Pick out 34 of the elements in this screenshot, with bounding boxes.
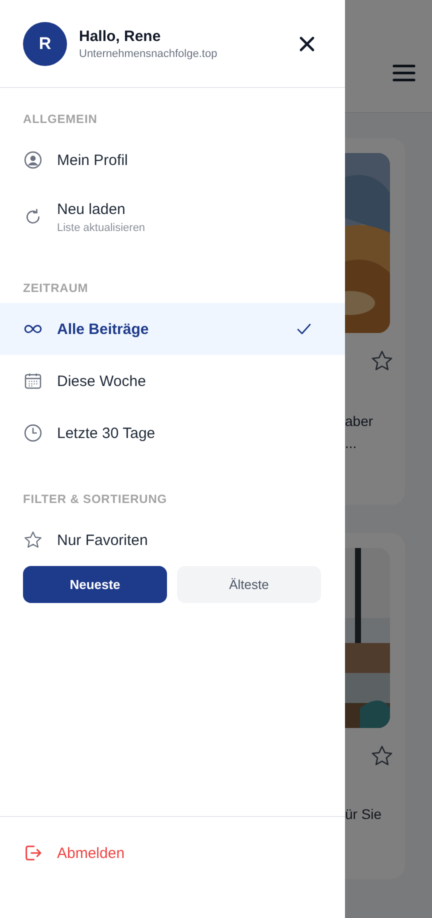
menu-item[interactable]: Diese Woche [0, 355, 345, 407]
item-sublabel: Liste aktualisieren [57, 222, 146, 234]
section-title: FILTER & SORTIERUNG [22, 491, 168, 508]
site-name: Unternehmensnachfolge.top [79, 48, 218, 60]
menu-item[interactable]: Alle Beiträge [0, 303, 345, 355]
item-label: Letzte 30 Tage [57, 424, 156, 442]
menu-icon[interactable] [392, 63, 416, 83]
menu-item[interactable]: Neu laden Liste aktualisieren [0, 186, 345, 248]
post-text: aber [345, 412, 374, 431]
menu-item[interactable]: Letzte 30 Tage [0, 407, 345, 459]
star-icon [23, 530, 43, 550]
item-label: Neu laden [57, 200, 126, 218]
section-title: ZEITRAUM [22, 280, 90, 297]
star-icon[interactable] [370, 744, 394, 768]
avatar: R [23, 22, 67, 66]
check-icon [296, 321, 312, 337]
post-text: ... [345, 434, 358, 453]
item-label: Mein Profil [57, 152, 129, 168]
clock-icon [23, 423, 43, 443]
section-title: ALLGEMEIN [22, 111, 98, 128]
item-label: Nur Favoriten [57, 532, 149, 548]
logout-icon [23, 843, 43, 863]
user-icon [23, 150, 43, 170]
sort-button[interactable]: Neueste [23, 566, 167, 603]
menu-item[interactable]: Mein Profil [0, 134, 345, 186]
item-label: Diese Woche [57, 372, 147, 390]
star-icon[interactable] [370, 349, 394, 373]
menu-item[interactable]: Nur Favoriten [0, 514, 345, 566]
post-text: ür Sie [345, 805, 383, 824]
calendar-icon [23, 371, 43, 391]
logout-button[interactable]: Abmelden [23, 843, 125, 863]
sort-button[interactable]: Älteste [177, 566, 321, 603]
item-label: Alle Beiträge [57, 320, 150, 338]
user-greeting: Hallo, Rene [79, 28, 162, 44]
